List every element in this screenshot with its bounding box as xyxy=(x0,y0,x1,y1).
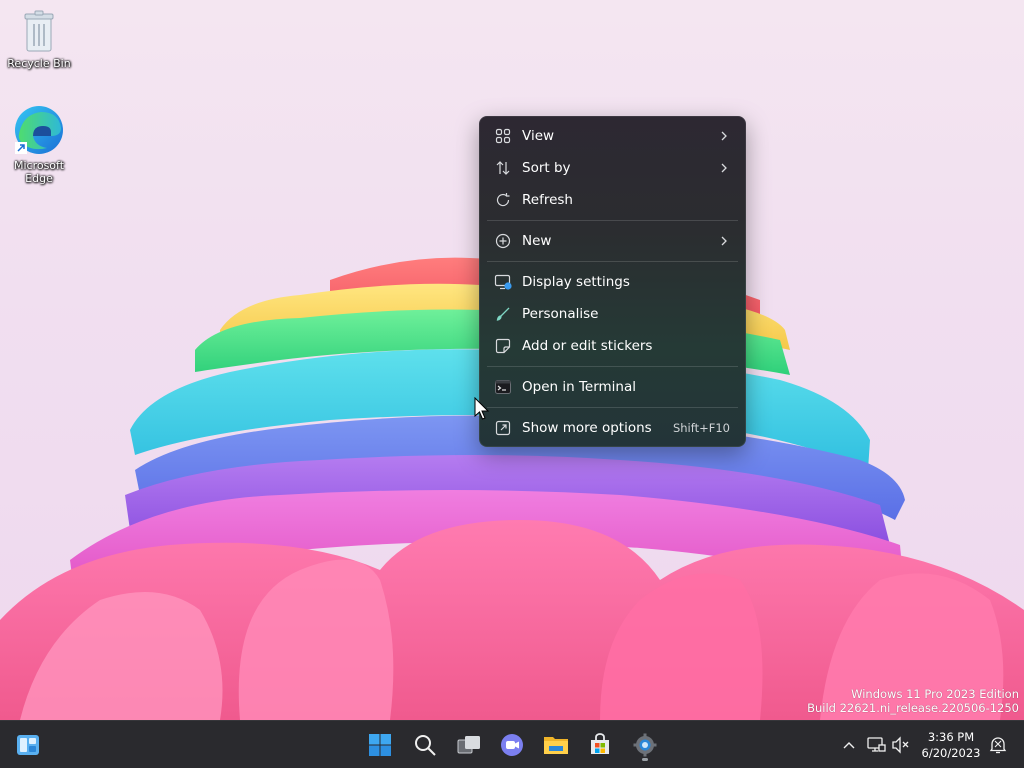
menu-item-refresh[interactable]: Refresh xyxy=(484,184,741,216)
menu-separator xyxy=(487,220,738,221)
clock-date: 6/20/2023 xyxy=(921,746,981,760)
sticker-icon xyxy=(494,337,512,355)
running-app-indicator xyxy=(642,758,648,761)
keyboard-shortcut: Shift+F10 xyxy=(672,421,730,435)
build-number-watermark: Build 22621.ni_release.220506-1250 xyxy=(807,701,1019,715)
desktop-icon-microsoft-edge[interactable]: Microsoft Edge xyxy=(1,104,77,185)
desktop-icon-label: Microsoft Edge xyxy=(13,159,65,185)
teams-chat-icon xyxy=(501,734,523,756)
display-settings-icon xyxy=(494,273,512,291)
notification-icon xyxy=(989,737,1007,754)
desktop-icon-label: Recycle Bin xyxy=(7,57,71,70)
chevron-up-icon xyxy=(843,742,855,749)
menu-item-sort-by[interactable]: Sort by xyxy=(484,152,741,184)
menu-item-label: Show more options xyxy=(522,420,652,436)
edge-icon xyxy=(15,106,63,154)
gear-icon xyxy=(633,733,657,757)
menu-item-label: View xyxy=(522,128,555,144)
windows-start-icon xyxy=(369,734,391,756)
new-plus-icon xyxy=(494,232,512,250)
volume-button[interactable] xyxy=(891,735,911,755)
taskbar-clock[interactable]: 3:36 PM 6/20/2023 xyxy=(921,729,981,761)
menu-item-display-settings[interactable]: Display settings xyxy=(484,266,741,298)
start-button[interactable] xyxy=(362,727,398,763)
brush-icon xyxy=(494,305,512,323)
folder-icon xyxy=(544,737,568,754)
clock-time: 3:36 PM xyxy=(927,730,975,744)
search-icon xyxy=(415,735,436,756)
menu-separator xyxy=(487,407,738,408)
task-view-icon xyxy=(457,736,480,754)
taskbar: 3:36 PM 6/20/2023 xyxy=(0,720,1024,768)
menu-separator xyxy=(487,366,738,367)
sort-arrows-icon xyxy=(494,159,512,177)
menu-item-new[interactable]: New xyxy=(484,225,741,257)
speaker-muted-icon xyxy=(892,736,909,754)
settings-button[interactable] xyxy=(627,727,663,763)
mouse-pointer-icon xyxy=(474,397,490,420)
menu-item-label: Open in Terminal xyxy=(522,379,636,395)
store-icon xyxy=(591,733,609,754)
menu-separator xyxy=(487,261,738,262)
search-button[interactable] xyxy=(407,727,443,763)
notification-center-button[interactable] xyxy=(988,735,1008,755)
recycle-bin-icon xyxy=(24,10,54,52)
more-options-icon xyxy=(494,419,512,437)
desktop-icon-recycle-bin[interactable]: Recycle Bin xyxy=(1,10,77,70)
menu-item-label: New xyxy=(522,233,552,249)
refresh-icon xyxy=(494,191,512,209)
menu-item-label: Personalise xyxy=(522,306,599,322)
widgets-icon xyxy=(17,735,39,755)
menu-item-label: Add or edit stickers xyxy=(522,338,653,354)
grid-view-icon xyxy=(494,127,512,145)
windows-edition-watermark: Windows 11 Pro 2023 Edition xyxy=(851,687,1019,701)
network-icon xyxy=(867,737,886,752)
menu-item-show-more-options[interactable]: Show more options Shift+F10 xyxy=(484,412,741,444)
menu-item-label: Refresh xyxy=(522,192,573,208)
store-button[interactable] xyxy=(582,727,618,763)
network-status-button[interactable] xyxy=(866,735,886,755)
menu-item-label: Display settings xyxy=(522,274,630,290)
chevron-right-icon xyxy=(721,163,727,173)
file-explorer-button[interactable] xyxy=(538,727,574,763)
desktop-context-menu: View Sort by Refresh New Display setting… xyxy=(479,116,746,447)
menu-item-label: Sort by xyxy=(522,160,571,176)
menu-item-open-in-terminal[interactable]: Open in Terminal xyxy=(484,371,741,403)
chevron-right-icon xyxy=(721,236,727,246)
chevron-right-icon xyxy=(721,131,727,141)
menu-item-personalise[interactable]: Personalise xyxy=(484,298,741,330)
desktop[interactable]: Recycle Bin Microsoft Edge Windows 11 Pr… xyxy=(0,0,1024,720)
show-hidden-icons-button[interactable] xyxy=(839,735,859,755)
task-view-button[interactable] xyxy=(451,727,487,763)
menu-item-add-edit-stickers[interactable]: Add or edit stickers xyxy=(484,330,741,362)
terminal-icon xyxy=(494,378,512,396)
widgets-button[interactable] xyxy=(10,727,46,763)
chat-button[interactable] xyxy=(494,727,530,763)
menu-item-view[interactable]: View xyxy=(484,120,741,152)
